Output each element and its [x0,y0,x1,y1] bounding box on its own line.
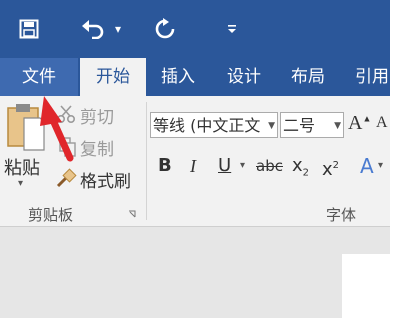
right-margin [390,0,398,318]
annotation-arrow-icon [40,96,74,162]
word-window: ▾ 文件 开始 插入 设计 布局 引用 粘贴 ▾ 剪切 复制 格式刷 剪贴板 等… [0,0,390,318]
